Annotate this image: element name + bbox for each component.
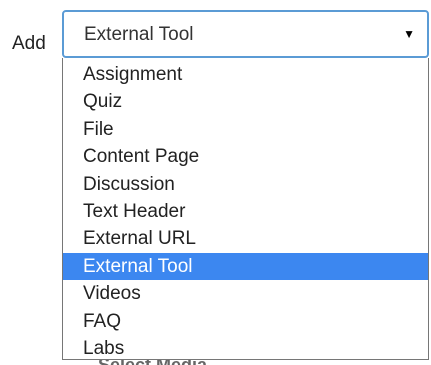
option-videos[interactable]: Videos — [63, 280, 428, 307]
option-labs[interactable]: Labs — [63, 335, 428, 362]
item-type-dropdown-list: Assignment Quiz File Content Page Discus… — [62, 58, 429, 360]
add-item-form: Add Select Media External Tool ▼ Assignm… — [0, 0, 431, 365]
select-current-value: External Tool — [84, 24, 194, 45]
option-content-page[interactable]: Content Page — [63, 143, 428, 170]
add-label: Add — [12, 33, 46, 54]
option-discussion[interactable]: Discussion — [63, 171, 428, 198]
option-external-url[interactable]: External URL — [63, 225, 428, 252]
option-text-header[interactable]: Text Header — [63, 198, 428, 225]
option-assignment[interactable]: Assignment — [63, 61, 428, 88]
item-type-select[interactable]: External Tool ▼ — [62, 10, 429, 58]
option-file[interactable]: File — [63, 116, 428, 143]
dropdown-arrow-icon: ▼ — [403, 27, 415, 41]
option-faq[interactable]: FAQ — [63, 308, 428, 335]
option-external-tool[interactable]: External Tool — [63, 252, 428, 281]
option-quiz[interactable]: Quiz — [63, 88, 428, 115]
